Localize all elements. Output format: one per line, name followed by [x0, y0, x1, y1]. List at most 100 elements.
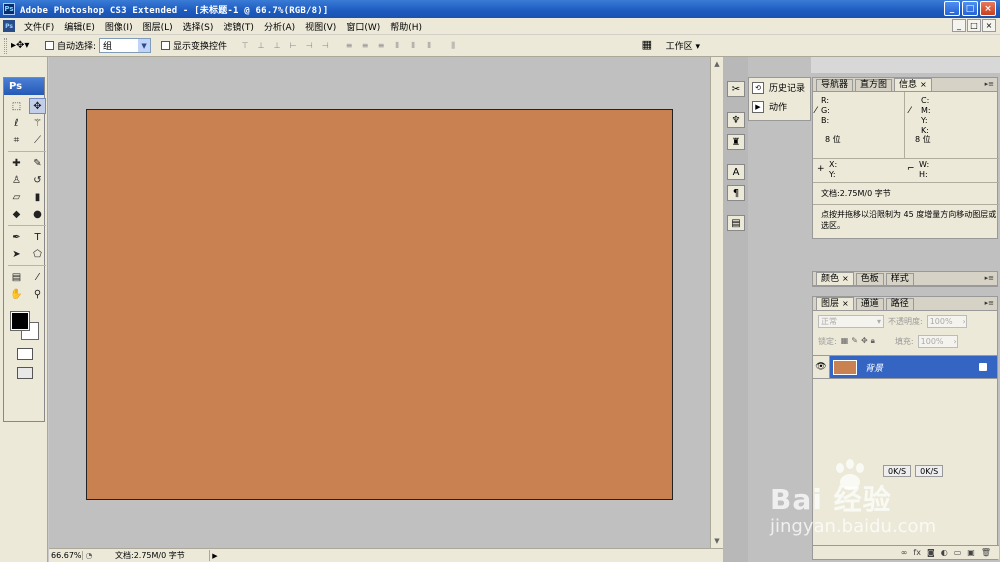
close-button[interactable]: × [980, 1, 996, 16]
align-left-icon[interactable]: ⊢ [287, 40, 299, 51]
lock-transparency-icon[interactable]: ▦ [841, 336, 849, 346]
gradient-icon[interactable]: ▮ [29, 189, 46, 205]
lasso-icon[interactable]: ℓ [8, 115, 25, 131]
paragraph-icon[interactable]: ¶ [727, 185, 745, 201]
align-vcenter-icon[interactable]: ⊥ [255, 40, 267, 51]
character-icon[interactable]: A [727, 164, 745, 180]
zoom-icon[interactable]: ⚲ [29, 286, 46, 302]
tab-styles[interactable]: 样式 [885, 273, 914, 285]
distribute-bottom-icon[interactable]: ≡ [375, 40, 387, 51]
quick-mask-icon[interactable] [17, 348, 33, 360]
distribute-top-icon[interactable]: ≡ [343, 40, 355, 51]
tab-swatches[interactable]: 色板 [855, 273, 884, 285]
tab-info[interactable]: 信息 × [894, 78, 932, 91]
color-panel-menu-icon[interactable]: ▸≡ [985, 274, 994, 282]
move-tool-preset-icon[interactable]: ▸✥▾ [11, 38, 35, 54]
eyedropper-icon[interactable]: ⁄ [815, 106, 817, 116]
status-menu-arrow-icon[interactable]: ▶ [210, 552, 220, 560]
vertical-scrollbar[interactable]: ▲ ▼ [710, 57, 723, 548]
menu-help[interactable]: 帮助(H) [385, 20, 427, 33]
screen-mode-icon[interactable] [17, 367, 33, 379]
layer-mask-icon[interactable]: ◙ [927, 548, 935, 557]
hand-icon[interactable]: ✋ [8, 286, 25, 302]
actions-item[interactable]: ▶ 动作 [749, 97, 810, 116]
menu-edit[interactable]: 编辑(E) [59, 20, 100, 33]
panel-dock-grip[interactable] [811, 57, 1000, 73]
auto-select-dropdown[interactable]: 组 ▼ [99, 38, 152, 53]
visibility-eye-icon[interactable]: 👁︎ [813, 356, 830, 378]
auto-select-checkbox[interactable] [45, 41, 54, 50]
workspace-switcher[interactable]: ▦ 工作区 ▾ [642, 38, 700, 52]
blur-icon[interactable]: ◆ [8, 206, 25, 222]
tab-histogram[interactable]: 直方图 [855, 79, 893, 91]
tab-navigator[interactable]: 导航器 [816, 79, 854, 91]
blend-mode-select[interactable]: 正常 ▾ [818, 314, 884, 328]
marquee-icon[interactable]: ⬚ [8, 98, 25, 114]
minimize-button[interactable]: _ [944, 1, 960, 16]
align-right-icon[interactable]: ⊣ [319, 40, 331, 51]
doc-minimize-button[interactable]: _ [952, 19, 966, 32]
menu-image[interactable]: 图像(I) [100, 20, 138, 33]
foreground-color-swatch[interactable] [10, 311, 30, 331]
distribute-left-icon[interactable]: ⫴ [391, 40, 403, 51]
align-top-icon[interactable]: ⊤ [239, 40, 251, 51]
adjustment-layer-icon[interactable]: ◐ [941, 548, 948, 557]
doc-close-button[interactable]: × [982, 19, 996, 32]
eyedropper-cmyk-icon[interactable]: ⁄ [909, 106, 911, 116]
distribute-vcenter-icon[interactable]: ≡ [359, 40, 371, 51]
layers-panel-menu-icon[interactable]: ▸≡ [985, 299, 994, 307]
crop-icon[interactable]: ⌗ [8, 132, 25, 148]
zoom-level[interactable]: 66.67% [49, 551, 83, 560]
menu-select[interactable]: 选择(S) [178, 20, 219, 33]
tab-paths[interactable]: 路径 [885, 298, 914, 310]
auto-select-option[interactable]: 自动选择: 组 ▼ [45, 38, 152, 53]
stamp-icon[interactable]: ♙ [8, 172, 25, 188]
fill-field[interactable]: 100% › [917, 334, 958, 348]
brush-icon[interactable]: ✎ [29, 155, 46, 171]
menu-view[interactable]: 视图(V) [300, 20, 341, 33]
distribute-hcenter-icon[interactable]: ⫴ [407, 40, 419, 51]
slice-icon[interactable]: ⟋ [29, 132, 46, 148]
layer-row-background[interactable]: 👁︎ 背景 [813, 355, 997, 379]
brush-presets-icon[interactable]: ♆ [727, 112, 745, 128]
layer-comps-icon[interactable]: ▤ [727, 215, 745, 231]
new-group-icon[interactable]: ▭ [954, 548, 962, 557]
toolbox-header[interactable]: Ps [4, 78, 44, 95]
pen-icon[interactable]: ✒ [8, 229, 25, 245]
type-icon[interactable]: T [29, 229, 46, 245]
align-bottom-icon[interactable]: ⊥ [271, 40, 283, 51]
eraser-icon[interactable]: ▱ [8, 189, 25, 205]
layer-style-icon[interactable]: fx [913, 548, 921, 557]
auto-align-icon[interactable]: ⫼ [447, 40, 459, 51]
menu-filter[interactable]: 滤镜(T) [218, 20, 259, 33]
options-grip[interactable] [4, 37, 7, 54]
dodge-icon[interactable]: ● [29, 206, 46, 222]
menu-analysis[interactable]: 分析(A) [259, 20, 300, 33]
path-select-icon[interactable]: ➤ [8, 246, 25, 262]
ps-menu-icon[interactable]: Ps [3, 20, 15, 32]
distribute-right-icon[interactable]: ⫴ [423, 40, 435, 51]
tab-color[interactable]: 颜色 × [816, 272, 854, 285]
history-brush-icon[interactable]: ↺ [29, 172, 46, 188]
lock-all-icon[interactable]: 🔒︎ [871, 336, 875, 346]
doc-restore-button[interactable]: □ [967, 19, 981, 32]
delete-layer-icon[interactable]: 🗑︎ [981, 548, 991, 557]
history-icon[interactable]: ✂ [727, 81, 745, 97]
history-item[interactable]: ⟲ 历史记录 [749, 78, 810, 97]
new-layer-icon[interactable]: ▣ [967, 548, 975, 557]
move-icon[interactable]: ✥ [29, 98, 46, 114]
menu-file[interactable]: 文件(F) [19, 20, 59, 33]
tab-channels[interactable]: 通道 [855, 298, 884, 310]
menu-layer[interactable]: 图层(L) [138, 20, 178, 33]
eyedropper-icon[interactable]: ⁄ [29, 269, 46, 285]
show-transform-checkbox[interactable] [161, 41, 171, 50]
panel-menu-icon[interactable]: ▸≡ [985, 80, 994, 88]
opacity-field[interactable]: 100% › [926, 314, 967, 328]
healing-icon[interactable]: ✚ [8, 155, 25, 171]
lock-pixels-icon[interactable]: ✎ [851, 336, 858, 346]
menu-window[interactable]: 窗口(W) [341, 20, 385, 33]
scroll-down-icon[interactable]: ▼ [712, 536, 722, 546]
link-layers-icon[interactable]: ∞ [901, 548, 908, 557]
show-transform-option[interactable]: 显示变换控件 [161, 39, 227, 52]
scroll-up-icon[interactable]: ▲ [712, 59, 722, 69]
